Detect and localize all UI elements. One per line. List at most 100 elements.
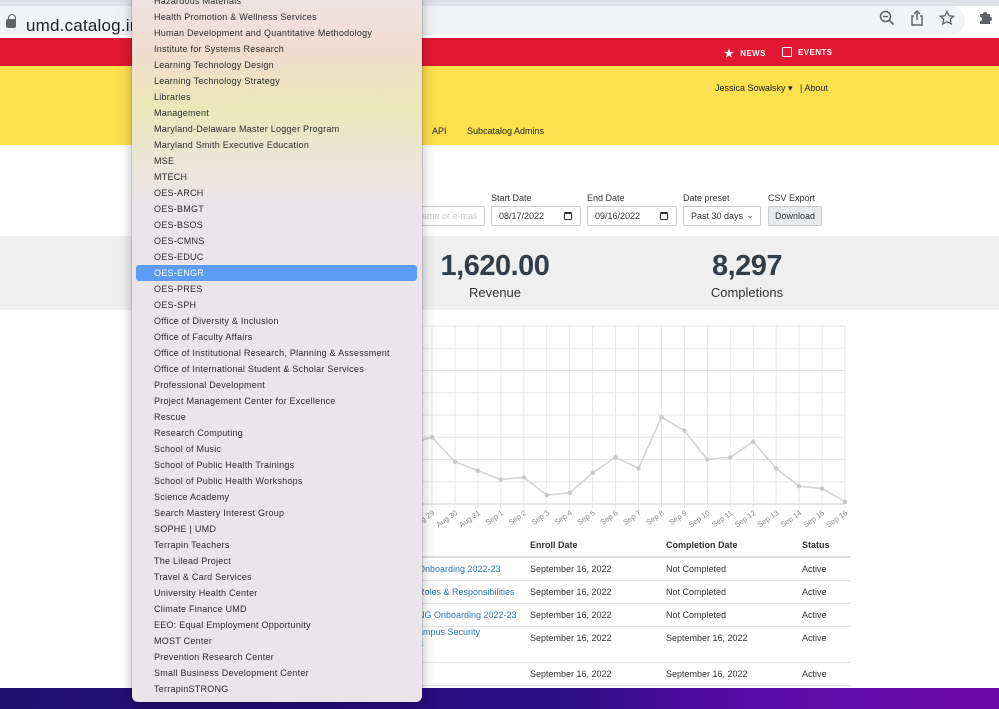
- events-label: EVENTS: [798, 47, 833, 57]
- about-link[interactable]: | About: [800, 83, 828, 93]
- chart-x-tick-label: Sep 10: [687, 508, 712, 529]
- chart-data-point: [613, 455, 618, 460]
- course-link[interactable]: Roles & Responsibilities: [418, 587, 515, 597]
- start-date-label: Start Date: [491, 193, 532, 203]
- table-row-divider: [410, 580, 851, 581]
- nav-api[interactable]: API: [432, 126, 447, 136]
- dropdown-option[interactable]: Maryland-Delaware Master Logger Program: [136, 121, 417, 137]
- dropdown-option[interactable]: Health Promotion & Wellness Services: [136, 9, 417, 25]
- extensions-puzzle-icon[interactable]: [976, 10, 994, 31]
- status-cell: Active: [802, 669, 827, 679]
- dropdown-option[interactable]: Travel & Card Services: [136, 569, 417, 585]
- calendar-picker-icon[interactable]: [660, 212, 668, 220]
- dropdown-option[interactable]: School of Public Health Workshops: [136, 473, 417, 489]
- dropdown-option[interactable]: School of Public Health Trainings: [136, 457, 417, 473]
- chart-data-point: [475, 468, 481, 473]
- col-header-enroll-date[interactable]: Enroll Date: [530, 540, 578, 550]
- end-date-input[interactable]: 09/16/2022: [587, 206, 677, 226]
- dropdown-option[interactable]: Management: [136, 105, 417, 121]
- dropdown-option[interactable]: Office of International Student & Schola…: [136, 361, 417, 377]
- dropdown-option[interactable]: Office of Institutional Research, Planni…: [136, 345, 417, 361]
- dropdown-option[interactable]: Project Management Center for Excellence: [136, 393, 417, 409]
- share-icon[interactable]: [908, 10, 926, 31]
- revenue-label: Revenue: [468, 285, 522, 300]
- chart-x-tick-label: Sep 3: [530, 508, 551, 527]
- completion-date-cell: Not Completed: [666, 564, 727, 574]
- dropdown-option[interactable]: Prevention Research Center: [136, 649, 417, 665]
- dropdown-option[interactable]: Research Computing: [136, 425, 417, 441]
- dropdown-option[interactable]: Professional Development: [136, 377, 417, 393]
- chart-data-point: [773, 466, 779, 471]
- dropdown-option[interactable]: Small Business Development Center: [136, 665, 417, 681]
- dropdown-option-selected[interactable]: OES-ENGR: [136, 265, 417, 281]
- dropdown-option[interactable]: MTECH: [136, 169, 417, 185]
- dropdown-option[interactable]: Institute for Systems Research: [136, 41, 417, 57]
- dropdown-option[interactable]: OES-SPH: [136, 297, 417, 313]
- dropdown-option[interactable]: University Health Center: [136, 585, 417, 601]
- calendar-picker-icon[interactable]: [564, 212, 572, 220]
- dropdown-option[interactable]: Learning Technology Design: [136, 57, 417, 73]
- subcatalog-dropdown-menu[interactable]: Hazardous Materials Health Promotion & We…: [132, 0, 422, 702]
- course-link[interactable]: Onboarding 2022-23: [418, 564, 501, 574]
- dropdown-option[interactable]: Human Development and Quantitative Metho…: [136, 25, 417, 41]
- dropdown-option[interactable]: OES-PRES: [136, 281, 417, 297]
- chart-data-point: [682, 428, 687, 433]
- completions-stat: 8,297 Completions: [662, 250, 832, 300]
- dropdown-option[interactable]: Terrapin Teachers: [136, 537, 417, 553]
- dropdown-option[interactable]: Office of Diversity & Inclusion: [136, 313, 417, 329]
- chart-x-tick-label: Sep 7: [621, 508, 642, 527]
- dropdown-option[interactable]: MSE: [136, 153, 417, 169]
- chart-data-point: [659, 415, 664, 420]
- news-link[interactable]: ★ NEWS: [724, 47, 766, 60]
- dropdown-option[interactable]: MOST Center: [136, 633, 417, 649]
- chart-x-tick-label: Sep 4: [553, 508, 574, 527]
- download-button[interactable]: Download: [768, 206, 822, 226]
- revenue-stat: 1,620.00 Revenue: [410, 250, 580, 300]
- date-preset-select[interactable]: Past 30 days ⌄: [683, 206, 761, 226]
- chart-x-tick-label: Sep 5: [576, 508, 597, 527]
- bookmark-star-icon[interactable]: [938, 9, 956, 31]
- date-preset-label: Date preset: [683, 193, 730, 203]
- dropdown-option[interactable]: OES-BMGT: [136, 201, 417, 217]
- dropdown-option[interactable]: Maryland Smith Executive Education: [136, 137, 417, 153]
- dropdown-option[interactable]: Search Mastery Interest Group: [136, 505, 417, 521]
- star-icon: ★: [724, 48, 735, 60]
- user-menu[interactable]: Jessica Sowalsky ▾: [715, 83, 793, 94]
- chart-data-point: [590, 470, 595, 476]
- enroll-date-cell: September 16, 2022: [530, 587, 612, 597]
- dropdown-option[interactable]: SOPHE | UMD: [136, 521, 417, 537]
- dropdown-option[interactable]: OES-ARCH: [136, 185, 417, 201]
- dropdown-option[interactable]: EEO: Equal Employment Opportunity: [136, 617, 417, 633]
- chart-data-point: [636, 466, 641, 471]
- dropdown-option[interactable]: The Lilead Project: [136, 553, 417, 569]
- chart-data-point: [842, 499, 848, 504]
- dropdown-option[interactable]: Libraries: [136, 89, 417, 105]
- chart-data-point: [452, 459, 458, 464]
- dropdown-option[interactable]: Hazardous Materials: [136, 0, 417, 9]
- dropdown-option[interactable]: TerrapinSTRONG: [136, 681, 417, 697]
- col-header-completion-date[interactable]: Completion Date: [666, 540, 738, 550]
- chart-x-tick-label: Sep 11: [710, 508, 734, 529]
- zoom-out-icon[interactable]: [878, 10, 896, 31]
- chart-data-point: [429, 435, 435, 440]
- start-date-input[interactable]: 08/17/2022: [491, 206, 581, 226]
- csv-export-label: CSV Export: [768, 193, 816, 203]
- col-header-status[interactable]: Status: [802, 540, 830, 550]
- dropdown-option[interactable]: Science Academy: [136, 489, 417, 505]
- caret-down-icon: ▾: [788, 83, 793, 93]
- nav-subcatalog-admins[interactable]: Subcatalog Admins: [467, 126, 544, 136]
- chart-data-point: [819, 486, 825, 491]
- dropdown-option[interactable]: Rescue: [136, 409, 417, 425]
- dropdown-option[interactable]: Learning Technology Strategy: [136, 73, 417, 89]
- dropdown-option[interactable]: OES-CMNS: [136, 233, 417, 249]
- status-cell: Active: [802, 587, 827, 597]
- events-link[interactable]: EVENTS: [782, 47, 832, 57]
- course-link[interactable]: NG Onboarding 2022-23: [418, 610, 517, 620]
- dropdown-option[interactable]: OES-BSOS: [136, 217, 417, 233]
- dropdown-option[interactable]: Climate Finance UMD: [136, 601, 417, 617]
- dropdown-option[interactable]: Office of Faculty Affairs: [136, 329, 417, 345]
- dropdown-option[interactable]: OES-EDUC: [136, 249, 417, 265]
- dropdown-option[interactable]: School of Music: [136, 441, 417, 457]
- course-link[interactable]: ampus Security: [418, 627, 480, 637]
- status-cell: Active: [802, 633, 827, 643]
